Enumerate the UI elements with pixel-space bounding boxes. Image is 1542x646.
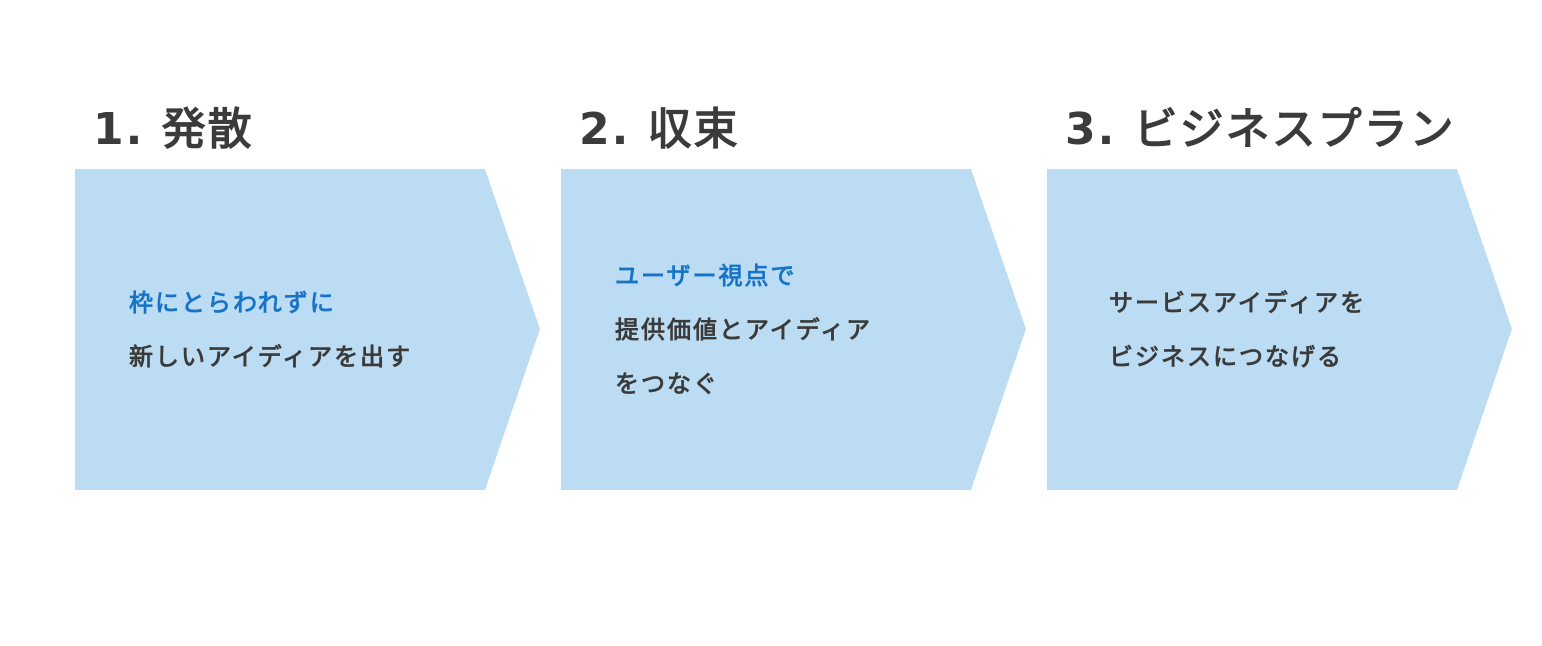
step-business-plan: 3. ビジネスプラン サービスアイディアを ビジネスにつなげる: [1047, 100, 1517, 500]
step-arrow: 枠にとらわれずに 新しいアイディアを出す: [75, 169, 540, 490]
step-line: ビジネスにつなげる: [1109, 342, 1343, 371]
process-diagram: 1. 発散 枠にとらわれずに 新しいアイディアを出す 2. 収束 ユーザー視点で…: [0, 0, 1542, 646]
step-line: サービスアイディアを: [1109, 288, 1367, 317]
step-highlight: 枠にとらわれずに: [129, 288, 336, 317]
step-description: ユーザー視点で 提供価値とアイディア をつなぐ: [561, 169, 966, 490]
step-title: 1. 発散: [93, 104, 254, 155]
step-title: 3. ビジネスプラン: [1065, 104, 1456, 155]
step-line: 新しいアイディアを出す: [129, 342, 413, 371]
step-highlight: ユーザー視点で: [615, 261, 797, 290]
step-divergence: 1. 発散 枠にとらわれずに 新しいアイディアを出す: [75, 100, 545, 500]
step-arrow: ユーザー視点で 提供価値とアイディア をつなぐ: [561, 169, 1026, 490]
step-convergence: 2. 収束 ユーザー視点で 提供価値とアイディア をつなぐ: [561, 100, 1031, 500]
step-description: サービスアイディアを ビジネスにつなげる: [1047, 169, 1452, 490]
step-line: をつなぐ: [615, 369, 719, 398]
step-description: 枠にとらわれずに 新しいアイディアを出す: [75, 169, 480, 490]
step-line: 提供価値とアイディア: [615, 315, 873, 344]
step-arrow: サービスアイディアを ビジネスにつなげる: [1047, 169, 1512, 490]
step-title: 2. 収束: [579, 104, 740, 155]
